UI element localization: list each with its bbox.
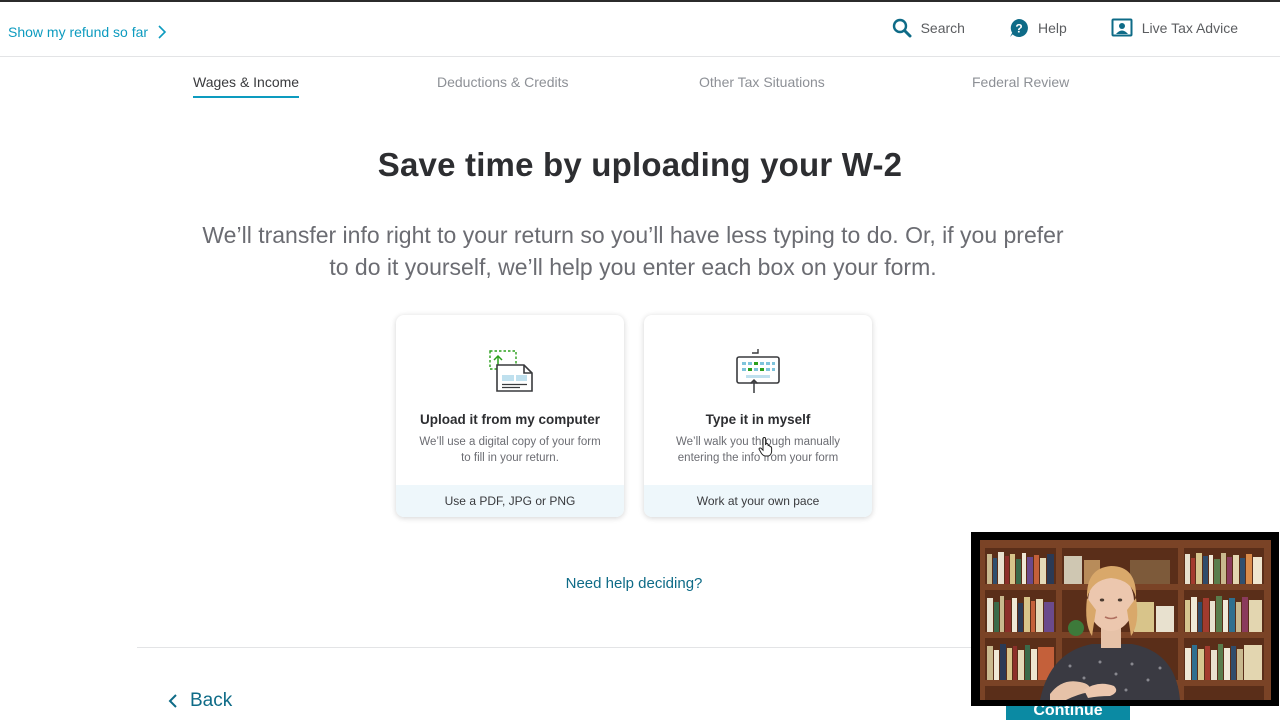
upload-icon-wrap [396,347,624,397]
presenter-video [980,540,1271,700]
svg-text:?: ? [1015,22,1022,36]
help-button[interactable]: ? Help [1009,18,1067,38]
top-border [0,0,1280,2]
webcam-overlay [971,532,1279,706]
search-button[interactable]: Search [892,18,965,38]
keyboard-icon [736,349,780,393]
back-button[interactable]: Back [168,690,232,712]
search-label: Search [920,20,965,36]
live-tax-advice-button[interactable]: Live Tax Advice [1111,18,1238,38]
live-tax-advice-icon [1111,18,1133,37]
type-card-title: Type it in myself [705,412,811,427]
type-card-footer: Work at your own pace [644,485,872,517]
upload-card-title: Upload it from my computer [419,412,600,427]
help-icon: ? [1009,19,1028,37]
show-refund-link[interactable]: Show my refund so far [8,24,168,40]
tab-wages-income[interactable]: Wages & Income [193,74,300,98]
upload-card-footer: Use a PDF, JPG or PNG [396,485,624,517]
type-option-card[interactable]: Type it in myself We’ll walk you through… [644,315,872,517]
footer-divider [137,647,972,648]
back-label: Back [190,690,233,711]
presenter-video-image [980,540,1271,700]
live-tax-advice-label: Live Tax Advice [1141,20,1238,36]
upload-card-description: We’ll use a digital copy of your form to… [419,436,601,464]
upload-document-icon [489,350,533,392]
progress-tabs: Wages & Income Deductions & Credits Othe… [0,74,1280,104]
show-refund-label: Show my refund so far [8,24,149,40]
page-subtitle: We’ll transfer info right to your return… [202,222,1064,280]
tab-deductions-credits[interactable]: Deductions & Credits [437,74,569,96]
tab-federal-review[interactable]: Federal Review [972,74,1069,96]
help-label: Help [1037,20,1067,36]
header-actions: Search ? Help Live Tax Advice [892,18,1238,38]
type-icon-wrap [644,347,872,397]
header-divider [0,56,1280,57]
page-title: Save time by uploading your W-2 [377,146,903,183]
upload-option-card[interactable]: Upload it from my computer We’ll use a d… [396,315,624,517]
tab-other-tax-situations[interactable]: Other Tax Situations [699,74,825,96]
hand-cursor-icon [758,437,773,457]
search-icon [892,18,912,38]
chevron-right-icon [158,25,167,39]
chevron-left-icon [168,694,177,708]
